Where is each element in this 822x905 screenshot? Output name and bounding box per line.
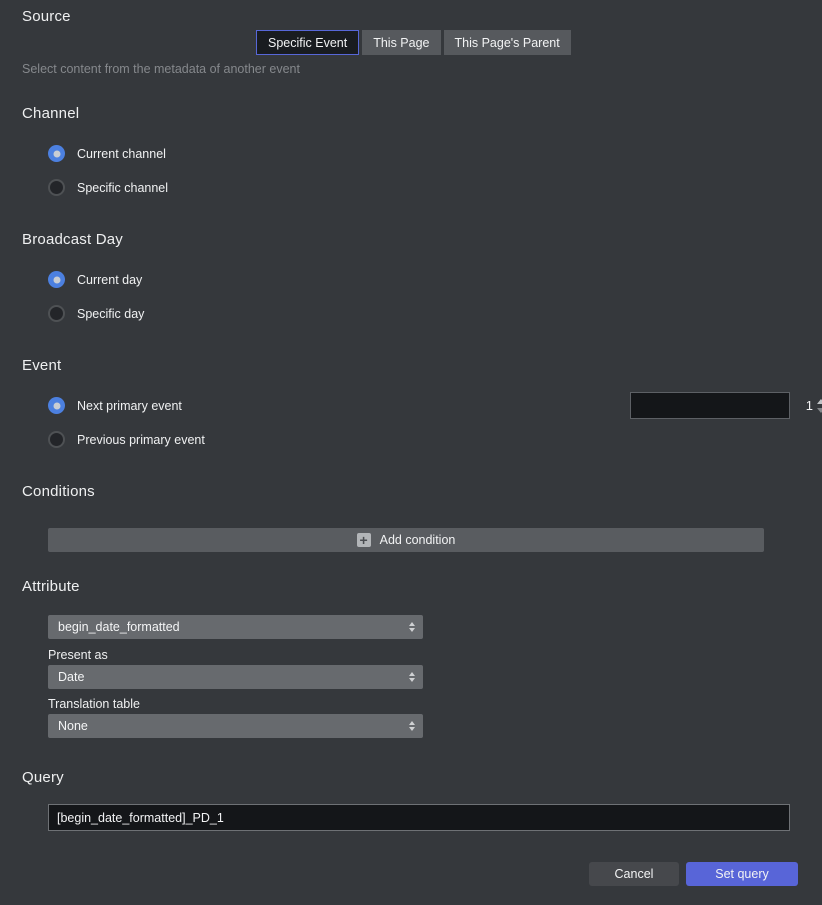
add-condition-button[interactable]: + Add condition [48,528,764,552]
event-section-title: Event [22,357,61,374]
spinner-up-icon[interactable] [817,399,822,404]
add-condition-label: Add condition [380,533,456,547]
tab-this-pages-parent[interactable]: This Page's Parent [444,30,571,55]
tab-specific-event[interactable]: Specific Event [256,30,359,55]
dropdown-arrows-icon [409,721,415,731]
radio-label: Next primary event [77,399,182,413]
conditions-section-title: Conditions [22,483,95,500]
radio-specific-day[interactable]: Specific day [48,305,144,322]
metadata-source-dialog: Source Specific Event This Page This Pag… [0,0,822,905]
radio-label: Previous primary event [77,433,205,447]
query-section-title: Query [22,769,64,786]
present-as-label: Present as [48,648,108,662]
event-offset-spinner [817,393,822,418]
cancel-button[interactable]: Cancel [589,862,679,886]
radio-unselected-icon[interactable] [48,431,65,448]
radio-next-primary-event[interactable]: Next primary event [48,397,182,414]
broadcast-day-section-title: Broadcast Day [22,231,123,248]
attribute-select-value: begin_date_formatted [58,620,409,634]
radio-label: Current day [77,273,142,287]
radio-label: Specific day [77,307,144,321]
radio-previous-primary-event[interactable]: Previous primary event [48,431,205,448]
radio-current-day[interactable]: Current day [48,271,142,288]
source-section-title: Source [22,8,71,25]
dropdown-arrows-icon [409,672,415,682]
channel-section-title: Channel [22,105,79,122]
radio-unselected-icon[interactable] [48,305,65,322]
radio-selected-icon[interactable] [48,271,65,288]
query-input[interactable] [48,804,790,831]
radio-specific-channel[interactable]: Specific channel [48,179,168,196]
translation-table-label: Translation table [48,697,140,711]
plus-icon: + [357,533,371,547]
tab-this-page[interactable]: This Page [362,30,440,55]
set-query-button[interactable]: Set query [686,862,798,886]
source-description: Select content from the metadata of anot… [22,62,300,76]
radio-label: Current channel [77,147,166,161]
source-tab-bar: Specific Event This Page This Page's Par… [256,30,571,55]
translation-table-select[interactable]: None [48,714,423,738]
attribute-section-title: Attribute [22,578,80,595]
translation-table-select-value: None [58,719,409,733]
event-offset-input[interactable] [631,393,817,418]
spinner-down-icon[interactable] [817,408,822,413]
attribute-select[interactable]: begin_date_formatted [48,615,423,639]
radio-unselected-icon[interactable] [48,179,65,196]
radio-selected-icon[interactable] [48,397,65,414]
event-offset-field [630,392,790,419]
radio-current-channel[interactable]: Current channel [48,145,166,162]
present-as-select-value: Date [58,670,409,684]
radio-label: Specific channel [77,181,168,195]
dropdown-arrows-icon [409,622,415,632]
present-as-select[interactable]: Date [48,665,423,689]
radio-selected-icon[interactable] [48,145,65,162]
